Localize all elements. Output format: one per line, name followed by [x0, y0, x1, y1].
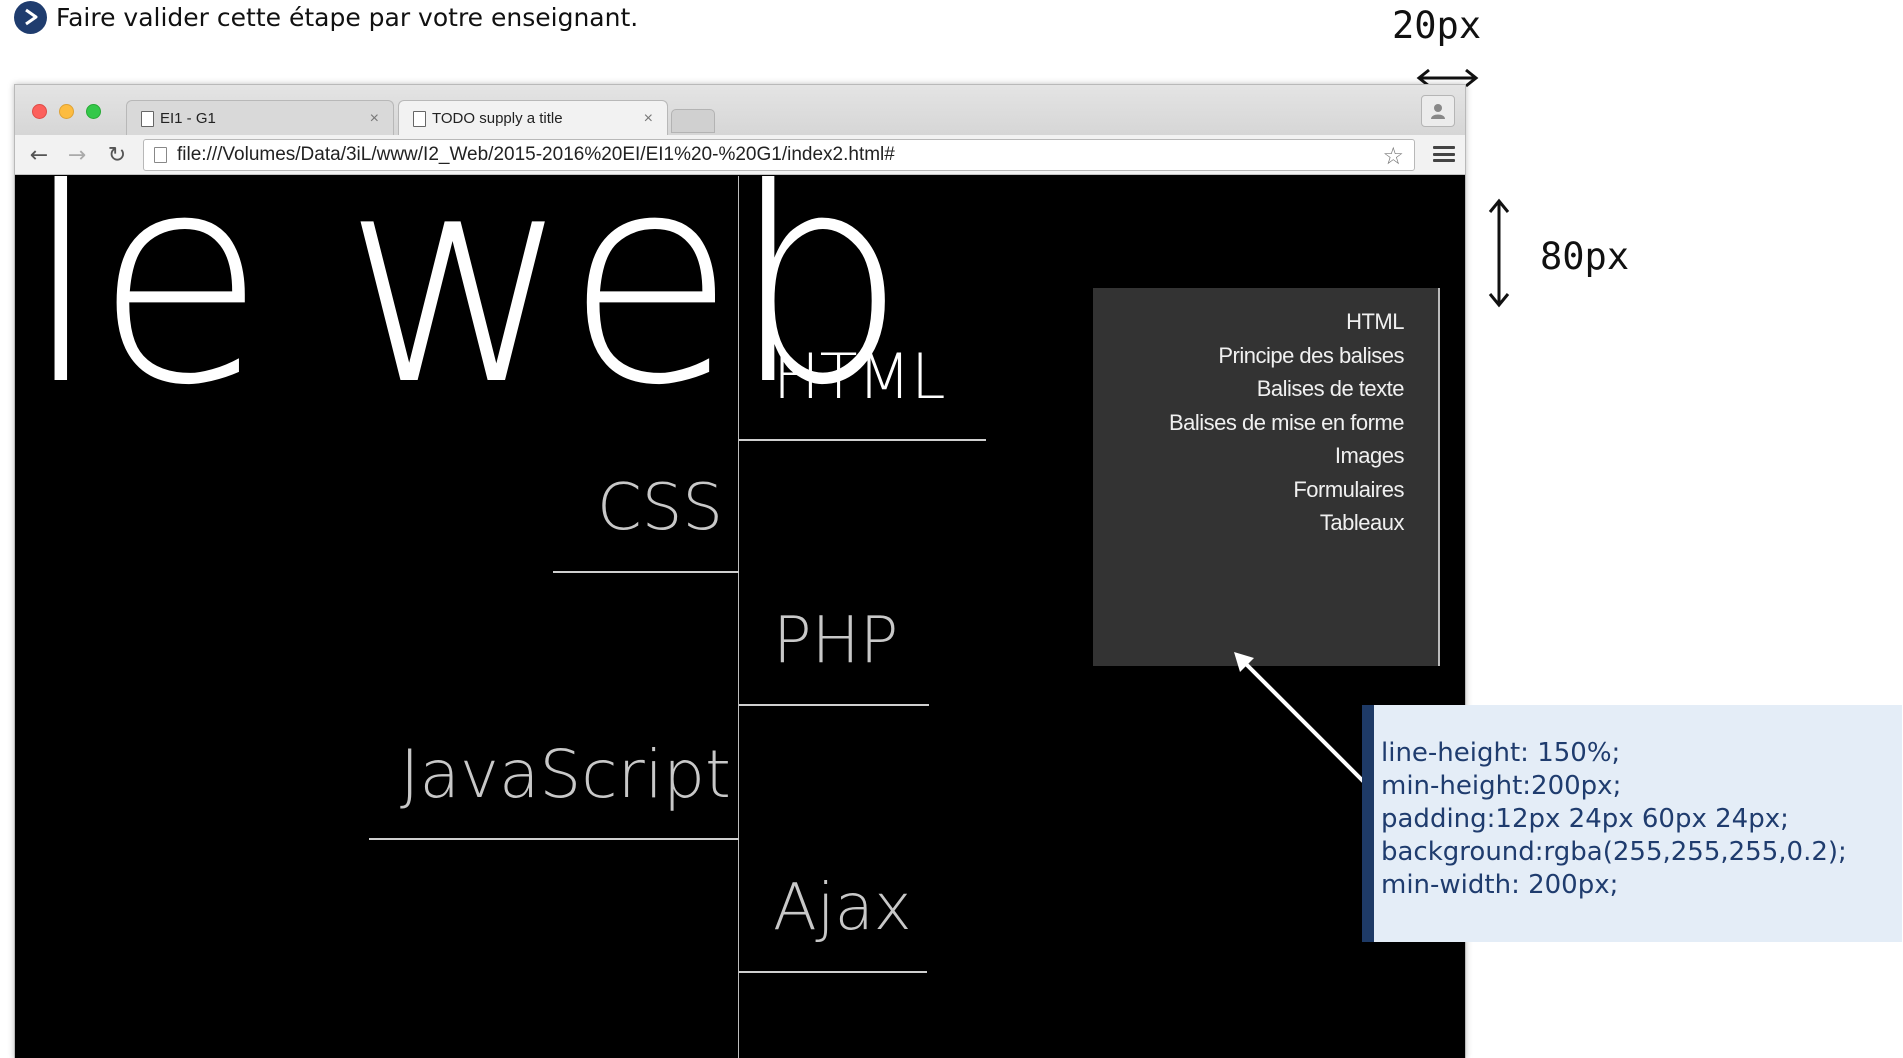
callout-line: line-height: 150%; [1381, 738, 1621, 768]
profile-button[interactable] [1421, 95, 1455, 127]
browser-window: EI1 - G1 × TODO supply a title × ← → ↻ f… [14, 84, 1466, 1058]
address-bar[interactable]: file:///Volumes/Data/3iL/www/I2_Web/2015… [143, 139, 1415, 171]
arrow-bullet-icon [14, 0, 47, 34]
document-icon [141, 110, 154, 127]
reload-icon[interactable]: ↻ [103, 141, 131, 169]
submenu-item[interactable]: HTML [1093, 305, 1404, 339]
close-tab-icon[interactable]: × [370, 110, 379, 128]
url-text: file:///Volumes/Data/3iL/www/I2_Web/2015… [177, 144, 895, 165]
submenu-item[interactable]: Images [1093, 439, 1405, 473]
menu-item-css[interactable]: CSS [597, 476, 723, 540]
menu-item-ajax[interactable]: Ajax [773, 876, 912, 940]
page-title: le web [23, 176, 907, 449]
menu-underline [553, 571, 739, 573]
new-tab-button[interactable] [671, 109, 715, 133]
hamburger-menu-icon[interactable] [1433, 143, 1455, 165]
web-page: le web HTML CSS PHP JavaScript Ajax HTML… [15, 176, 1465, 1058]
width-annotation-label: 20px [1392, 4, 1482, 47]
instruction-text: Faire valider cette étape par votre ense… [56, 2, 639, 32]
menu-item-javascript[interactable]: JavaScript [400, 742, 731, 808]
submenu-item[interactable]: Principe des balises [1093, 339, 1404, 373]
tab-bar: EI1 - G1 × TODO supply a title × [15, 85, 1465, 136]
submenu-panel: HTML Principe des balises Balises de tex… [1093, 288, 1440, 666]
document-icon [413, 110, 426, 127]
submenu-item[interactable]: Tableaux [1093, 506, 1405, 540]
instruction: Faire valider cette étape par votre ense… [14, 0, 638, 34]
menu-underline [739, 704, 929, 706]
tab-todo[interactable]: TODO supply a title × [398, 100, 668, 136]
maximize-window-button[interactable] [86, 104, 101, 119]
submenu-item[interactable]: Balises de mise en forme [1093, 406, 1405, 440]
height-annotation-label: 80px [1540, 235, 1630, 278]
submenu-item[interactable]: Formulaires [1093, 473, 1404, 507]
close-window-button[interactable] [32, 104, 47, 119]
menu-item-html[interactable]: HTML [773, 346, 946, 408]
callout-line: padding:12px 24px 60px 24px; [1381, 804, 1789, 834]
toolbar: ← → ↻ file:///Volumes/Data/3iL/www/I2_We… [15, 135, 1465, 175]
pointer-arrow-icon [1234, 652, 1372, 790]
user-icon [1431, 104, 1445, 119]
css-callout: line-height: 150%; min-height:200px; pad… [1362, 705, 1902, 942]
submenu-item[interactable]: Balises de texte [1093, 372, 1405, 406]
callout-line: min-width: 200px; [1381, 870, 1619, 900]
tab-ei1[interactable]: EI1 - G1 × [126, 100, 394, 136]
tab-title: EI1 - G1 [160, 110, 216, 127]
back-arrow-icon[interactable]: ← [25, 141, 53, 169]
bookmark-star-icon[interactable]: ☆ [1382, 142, 1404, 170]
forward-arrow-icon[interactable]: → [63, 141, 91, 169]
document-icon [154, 147, 167, 163]
menu-underline [739, 971, 927, 973]
minimize-window-button[interactable] [59, 104, 74, 119]
vertical-double-arrow-icon [1488, 198, 1510, 308]
close-tab-icon[interactable]: × [644, 110, 653, 128]
callout-line: background:rgba(255,255,255,0.2); [1381, 837, 1847, 867]
menu-underline [369, 838, 739, 840]
menu-item-php[interactable]: PHP [773, 609, 898, 673]
tab-title: TODO supply a title [432, 110, 563, 127]
menu-underline [739, 439, 986, 441]
callout-line: min-height:200px; [1381, 771, 1622, 801]
